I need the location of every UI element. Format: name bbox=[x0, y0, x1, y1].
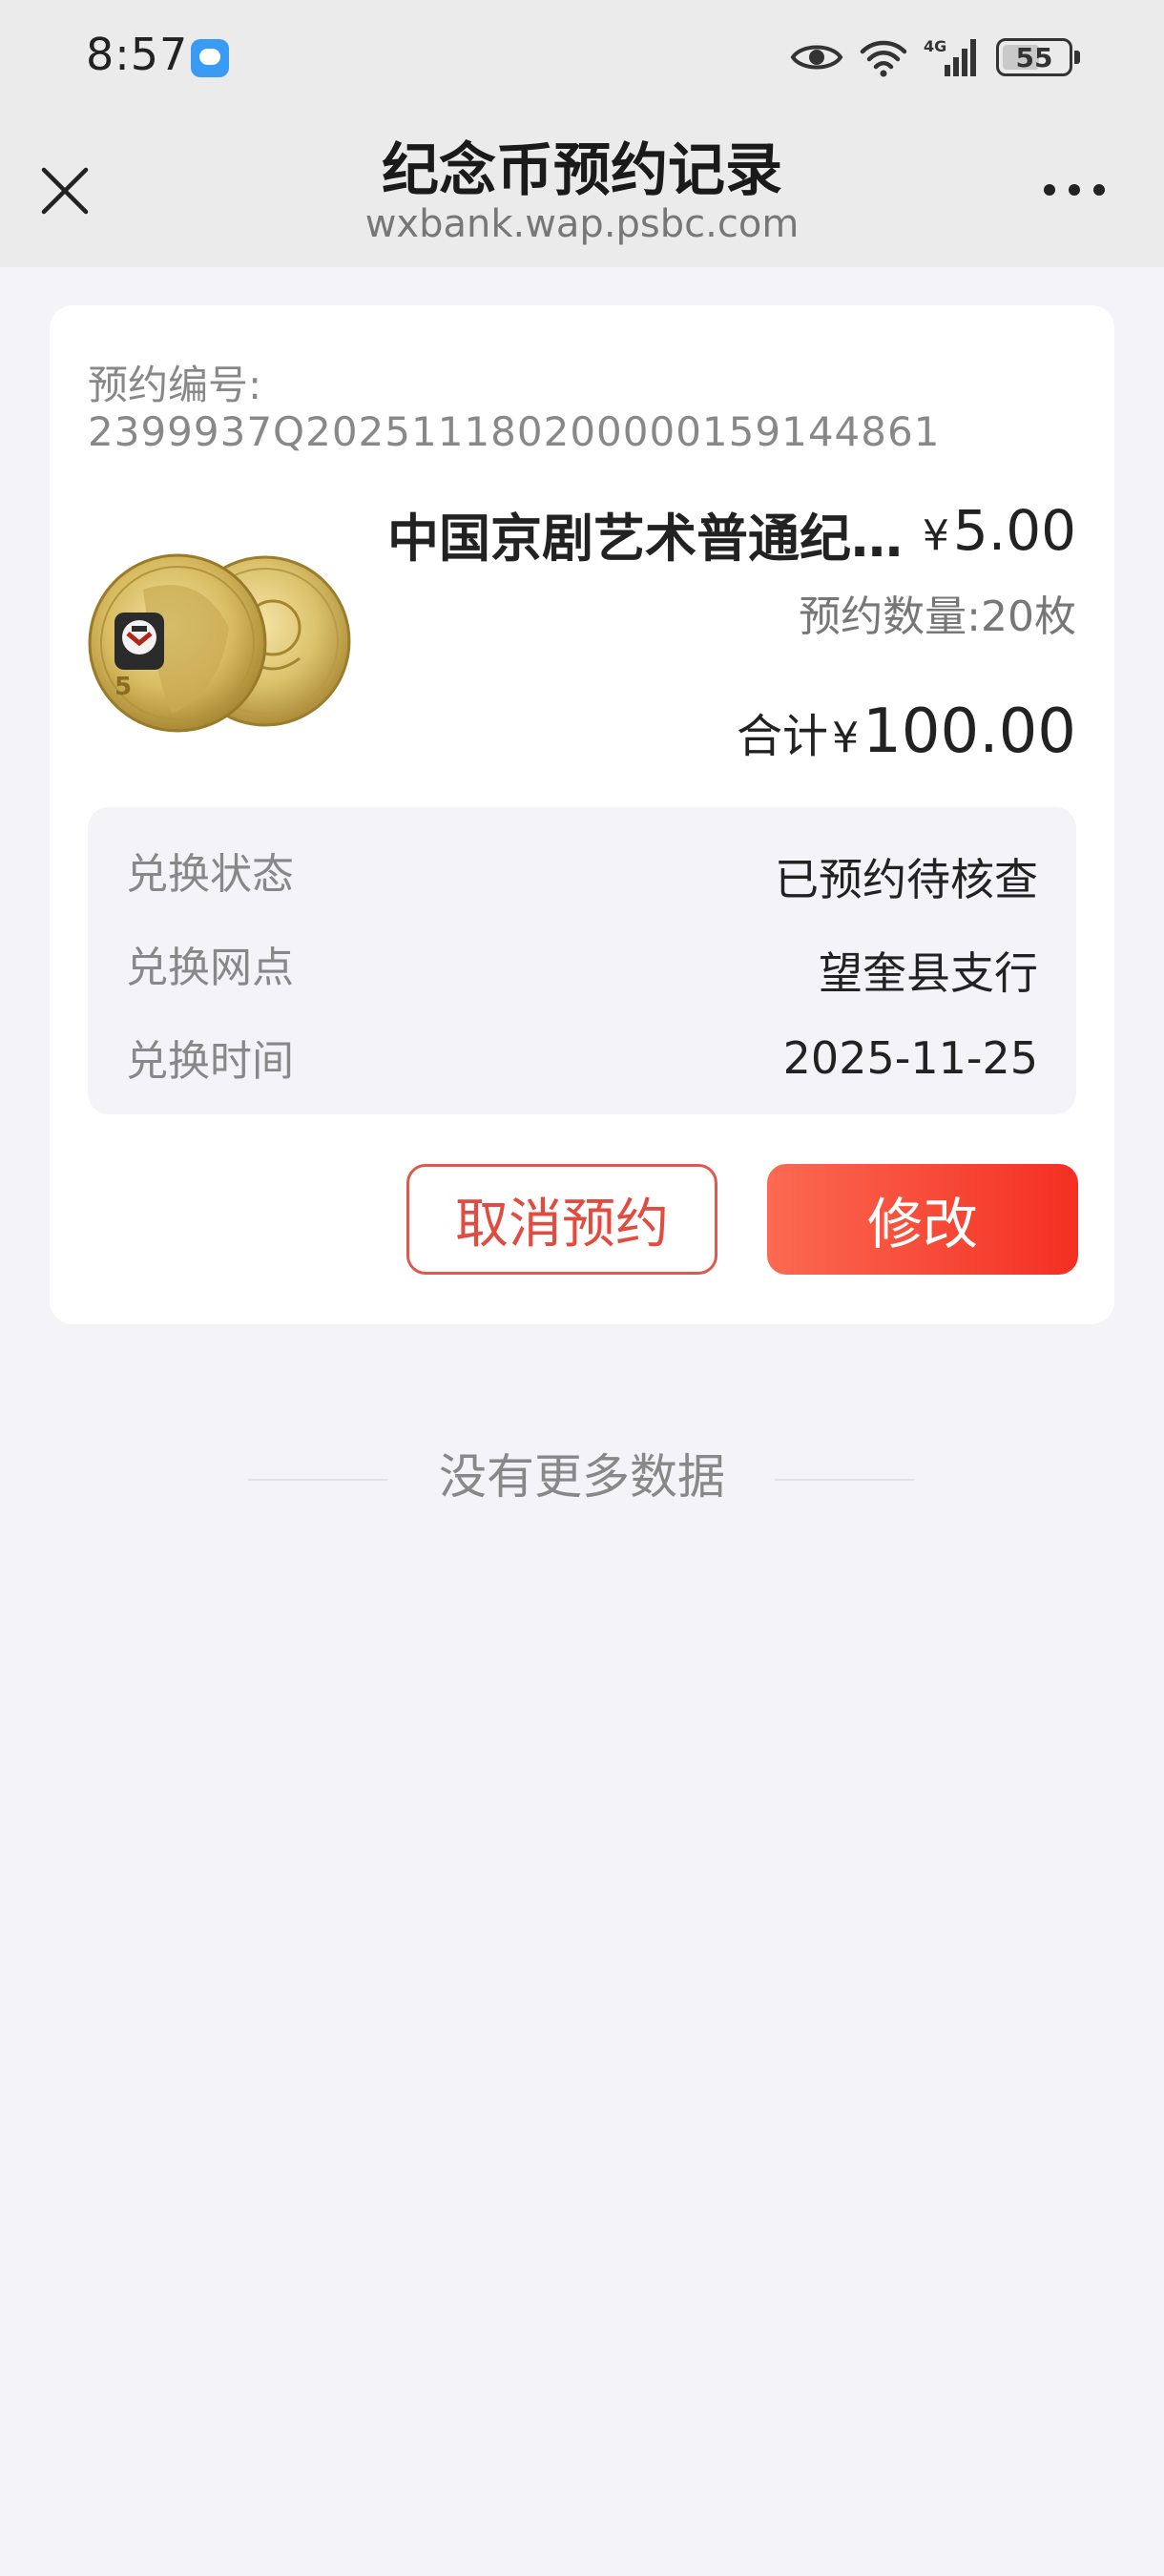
status-bar: 8:57 4G 55 bbox=[0, 0, 1164, 113]
svg-text:4G: 4G bbox=[924, 37, 946, 55]
svg-text:5: 5 bbox=[114, 673, 132, 701]
total-amount: 100.00 bbox=[863, 696, 1076, 767]
total-amount-row: 合计 ¥ 100.00 bbox=[737, 696, 1076, 767]
quantity-value: 20枚 bbox=[981, 592, 1076, 641]
reservation-quantity: 预约数量:20枚 bbox=[799, 582, 1076, 643]
nav-bar: 纪念币预约记录 wxbank.wap.psbc.com bbox=[0, 113, 1164, 267]
product-price: ¥5.00 bbox=[923, 498, 1076, 563]
price-value: 5.00 bbox=[952, 498, 1076, 563]
eye-icon bbox=[790, 45, 843, 70]
no-more-data-text: 没有更多数据 bbox=[439, 1449, 725, 1505]
status-time: 8:57 bbox=[86, 29, 189, 80]
status-icons: 4G 55 bbox=[790, 31, 1080, 84]
divider-right bbox=[775, 1479, 914, 1481]
total-label: 合计 bbox=[737, 710, 829, 763]
total-currency-symbol: ¥ bbox=[832, 714, 860, 762]
divider-left bbox=[248, 1479, 387, 1481]
message-notification-icon bbox=[191, 39, 229, 77]
price-currency-symbol: ¥ bbox=[922, 511, 949, 560]
exchange-info-panel: 兑换状态 已预约待核查 兑换网点 望奎县支行 兑换时间 2025-11-25 bbox=[88, 807, 1076, 1114]
exchange-branch-label: 兑换网点 bbox=[126, 944, 294, 992]
order-number: 2399937Q20251118020000015914486​1 bbox=[88, 408, 941, 455]
exchange-date-label: 兑换时间 bbox=[126, 1037, 294, 1086]
page-title: 纪念币预约记录 bbox=[382, 137, 782, 204]
exchange-status-row: 兑换状态 已预约待核查 bbox=[126, 840, 1038, 905]
modify-button[interactable]: 修改 bbox=[767, 1164, 1078, 1275]
close-icon[interactable] bbox=[34, 160, 95, 221]
exchange-date-value: 2025-11-25 bbox=[782, 1032, 1038, 1084]
more-icon[interactable] bbox=[1042, 176, 1107, 204]
no-more-data-indicator: 没有更多数据 bbox=[0, 1439, 1164, 1515]
order-number-label: 预约编号: bbox=[88, 362, 262, 408]
exchange-branch-value: 望奎县支行 bbox=[819, 947, 1038, 999]
battery-icon: 55 bbox=[996, 38, 1080, 76]
reservation-card: 预约编号: 2399937Q20251118020000015914486​1 bbox=[50, 305, 1114, 1324]
wifi-icon bbox=[860, 40, 907, 77]
product-name: 中国京剧艺术普通纪念币 bbox=[387, 509, 931, 569]
exchange-status-value: 已预约待核查 bbox=[775, 854, 1038, 905]
cancel-reservation-button[interactable]: 取消预约 bbox=[406, 1164, 717, 1275]
battery-level: 55 bbox=[1015, 41, 1053, 73]
exchange-status-label: 兑换状态 bbox=[126, 850, 294, 899]
cellular-signal-icon: 4G bbox=[924, 37, 976, 76]
commemorative-coin-image: 5 bbox=[88, 553, 351, 733]
exchange-branch-row: 兑换网点 望奎县支行 bbox=[126, 933, 1038, 999]
exchange-date-row: 兑换时间 2025-11-25 bbox=[126, 1027, 1038, 1086]
quantity-label: 预约数量: bbox=[799, 592, 981, 641]
page-url: wxbank.wap.psbc.com bbox=[364, 202, 800, 246]
